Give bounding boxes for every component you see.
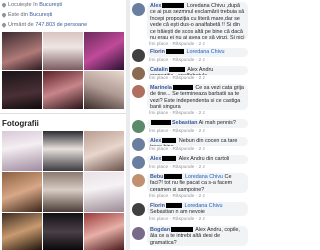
- comment-text: Sebastian n am nevoie: [150, 209, 205, 216]
- comment-actions[interactable]: Îmi place · Răspunde · 2 z: [149, 194, 205, 199]
- redacted-name: [171, 227, 194, 233]
- redacted-name: [162, 156, 177, 162]
- avatar[interactable]: [132, 120, 145, 133]
- featured-photo-5[interactable]: [43, 71, 83, 109]
- comment-author[interactable]: Bogdan: [150, 227, 170, 233]
- avatar[interactable]: [132, 174, 145, 187]
- comment-bubble: Alex Loredana Chivu ,după ce ai pus sezm…: [147, 2, 248, 40]
- mention-tag[interactable]: Loredana Chivu: [184, 203, 223, 209]
- comment-text: Alex Andru din cartoli: [178, 156, 230, 162]
- photo-8[interactable]: [43, 213, 83, 250]
- redacted-name: [164, 174, 183, 180]
- featured-photo-2[interactable]: [43, 32, 83, 70]
- comment-actions[interactable]: Îmi place · Răspunde · 2 z: [149, 129, 205, 134]
- profile-intro-column: Locuiește în București Este din Bucureșt…: [0, 0, 126, 250]
- redacted-name: [162, 138, 177, 144]
- comment-bubble: Alex Nebun din cocen ca tare trece bine: [147, 137, 248, 146]
- comment-author[interactable]: Catalin: [150, 67, 168, 73]
- comment-text: Loredana Chivu ,după ce ai pus sezmnul e…: [150, 3, 245, 40]
- avatar[interactable]: [132, 49, 145, 62]
- comment-author[interactable]: Sebastian: [172, 120, 197, 126]
- comment-author[interactable]: Marinela: [150, 85, 172, 91]
- comments-column: Alex Loredana Chivu ,după ce ai pus sezm…: [130, 0, 250, 250]
- photo-5[interactable]: [43, 172, 83, 212]
- avatar[interactable]: [132, 227, 145, 240]
- redacted-name: [151, 120, 171, 126]
- comment-text: Ai mah pennis?: [198, 120, 236, 126]
- comment-author[interactable]: Bebu: [150, 174, 163, 180]
- lives-in-row: Locuiește în București: [1, 1, 62, 8]
- comment-actions[interactable]: Îmi place · Răspunde · 2 z: [149, 76, 205, 81]
- featured-photo-3[interactable]: [84, 32, 124, 70]
- featured-photo-1[interactable]: [2, 32, 42, 70]
- followers-link[interactable]: 747.803 de persoane: [35, 22, 87, 28]
- comment-bubble: Sebastian Ai mah pennis?: [147, 119, 248, 128]
- comment-author[interactable]: Florin: [150, 203, 165, 209]
- comment-actions[interactable]: Îmi place · Răspunde · 2 z: [149, 58, 205, 63]
- redacted-name: [165, 203, 182, 209]
- redacted-name: [172, 85, 193, 91]
- photo-1[interactable]: [2, 131, 42, 171]
- comment-actions[interactable]: Îmi place · Răspunde · 2 z: [149, 42, 205, 47]
- comment-bubble: Florin Loredana Chivu Sebastian n am nev…: [147, 202, 248, 216]
- photo-9[interactable]: [84, 213, 124, 250]
- photo-7[interactable]: [2, 213, 42, 250]
- comment-author[interactable]: Alex: [150, 3, 161, 9]
- comment-bubble: Catalin Alex Andru propozitia...analfabe…: [147, 66, 248, 75]
- featured-photo-6[interactable]: [84, 71, 124, 109]
- followers-row: Urmărit de 747.803 de persoane: [1, 21, 87, 28]
- avatar[interactable]: [132, 156, 145, 169]
- comment-bubble: Marinela Ce sa vezi cata grija de tine..…: [147, 84, 248, 110]
- avatar[interactable]: [132, 67, 145, 80]
- comment-bubble: Bogdan Alex Andru, copile, ăla ce a te i…: [147, 226, 248, 246]
- lives-in-link[interactable]: București: [39, 2, 62, 8]
- avatar[interactable]: [132, 138, 145, 151]
- comment-actions[interactable]: Îmi place · Răspunde · 2 z: [149, 147, 205, 152]
- followers-icon: [1, 21, 7, 28]
- comment-author[interactable]: Florin: [150, 49, 165, 55]
- redacted-name: [162, 3, 185, 9]
- comment-bubble: Alex Alex Andru din cartoli: [147, 155, 248, 164]
- photo-3[interactable]: [84, 131, 124, 171]
- comment-actions[interactable]: Îmi place · Răspunde · 2 z: [149, 217, 205, 222]
- avatar[interactable]: [132, 3, 145, 16]
- photo-2[interactable]: [43, 131, 83, 171]
- comment-actions[interactable]: Îmi place · Răspunde · 2 z: [149, 165, 205, 170]
- from-row: Este din București: [1, 11, 52, 18]
- comment-author[interactable]: Alex: [150, 138, 161, 144]
- mention-tag[interactable]: Loredana Chivu: [186, 49, 225, 55]
- featured-photo-4[interactable]: [2, 71, 42, 109]
- location-icon: [1, 11, 7, 18]
- avatar[interactable]: [132, 203, 145, 216]
- from-link[interactable]: București: [29, 12, 52, 18]
- section-divider: [0, 113, 126, 114]
- comment-bubble: Florin Loredana Chivu: [147, 48, 248, 57]
- avatar[interactable]: [132, 85, 145, 98]
- redacted-name: [165, 49, 184, 55]
- photo-4[interactable]: [2, 172, 42, 212]
- redacted-name: [168, 67, 185, 73]
- comment-author[interactable]: Alex: [150, 156, 161, 162]
- photo-6[interactable]: [84, 172, 124, 212]
- comment-bubble: Bebu Loredana Chivu Ce faci?! tot nu fie…: [147, 173, 248, 193]
- comment-actions[interactable]: Îmi place · Răspunde · 2 z: [149, 111, 205, 116]
- photos-section-title[interactable]: Fotografii: [2, 119, 39, 128]
- location-icon: [1, 1, 7, 8]
- mention-tag[interactable]: Loredana Chivu: [184, 174, 224, 180]
